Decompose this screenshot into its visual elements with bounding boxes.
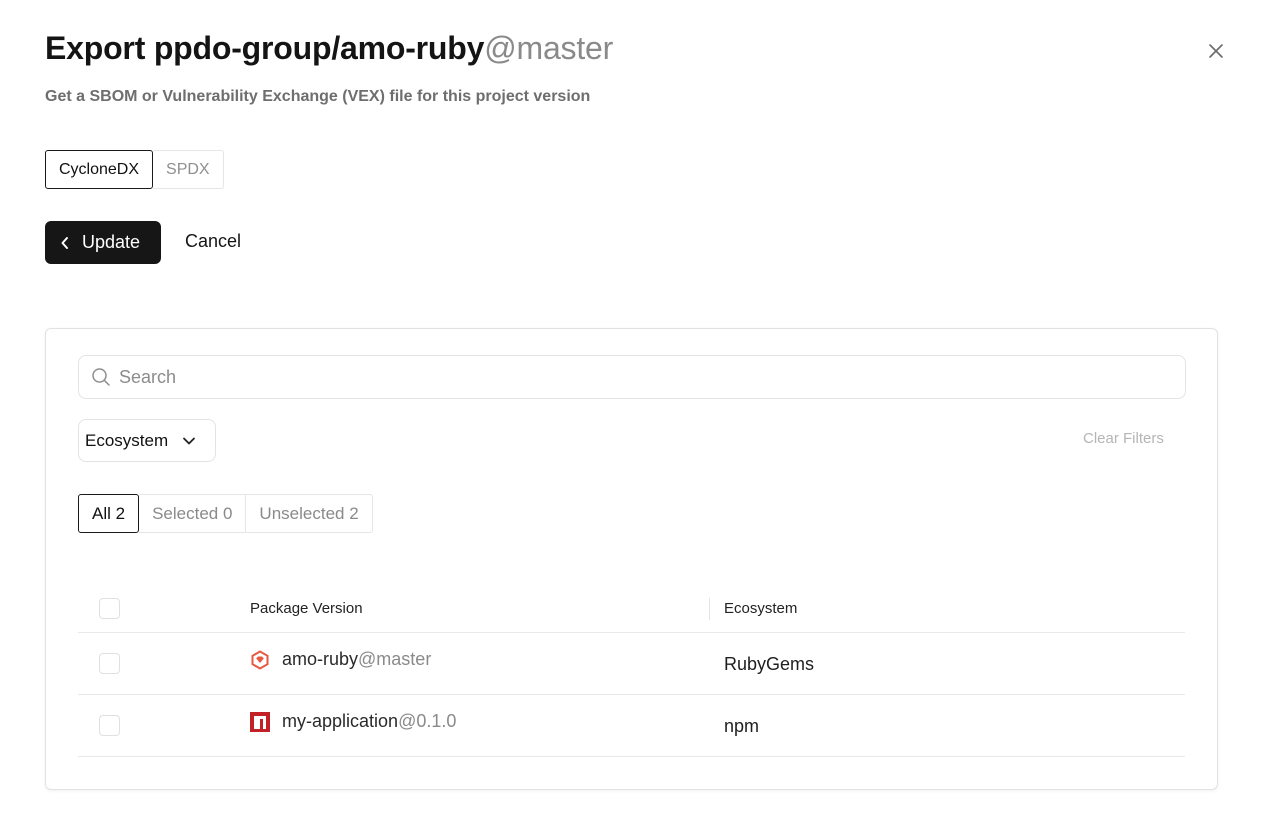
format-spdx-button[interactable]: SPDX: [153, 150, 224, 189]
title-project: Export ppdo-group/amo-ruby: [45, 30, 485, 66]
ecosystem-filter-dropdown[interactable]: Ecosystem: [78, 419, 216, 462]
close-icon: [1209, 44, 1223, 58]
close-button[interactable]: [1200, 35, 1232, 67]
package-cell: amo-ruby @master: [250, 649, 431, 670]
packages-table: Package Version Ecosystem amo-ruby @maste…: [78, 585, 1185, 757]
tab-all[interactable]: All 2: [78, 494, 140, 533]
selection-tabs: All 2 Selected 0 Unselected 2: [78, 494, 373, 533]
search-input[interactable]: [119, 366, 1119, 388]
package-selection-panel: Ecosystem Clear Filters All 2 Selected 0…: [45, 328, 1218, 790]
column-header-ecosystem: Ecosystem: [724, 600, 798, 617]
title-branch: @master: [484, 30, 614, 66]
column-header-package-version: Package Version: [250, 600, 363, 617]
npm-icon: [250, 711, 270, 732]
table-row[interactable]: my-application @0.1.0 npm: [78, 695, 1185, 757]
tab-unselected[interactable]: Unselected 2: [246, 494, 373, 533]
rubygems-icon: [250, 649, 270, 670]
table-row[interactable]: amo-ruby @master RubyGems: [78, 633, 1185, 695]
package-name: amo-ruby: [282, 649, 359, 669]
package-version: @master: [358, 649, 432, 669]
package-cell: my-application @0.1.0: [250, 711, 456, 732]
search-box[interactable]: [78, 355, 1186, 399]
chevron-down-icon: [182, 436, 196, 446]
clear-filters-button[interactable]: Clear Filters: [1083, 430, 1164, 447]
page-title: Export ppdo-group/amo-ruby@master: [45, 30, 613, 67]
search-icon: [91, 367, 111, 387]
format-toggle: CycloneDX SPDX: [45, 150, 224, 189]
column-divider: [709, 598, 710, 620]
package-name: my-application: [282, 711, 399, 731]
row-checkbox[interactable]: [99, 653, 120, 674]
update-button-label: Update: [82, 232, 141, 252]
table-header: Package Version Ecosystem: [78, 585, 1185, 633]
chevron-left-icon: [60, 236, 70, 250]
cancel-button[interactable]: Cancel: [185, 231, 241, 252]
package-version: @0.1.0: [398, 711, 457, 731]
tab-selected[interactable]: Selected 0: [139, 494, 247, 533]
format-cyclonedx-button[interactable]: CycloneDX: [45, 150, 154, 189]
ecosystem-cell: npm: [724, 716, 760, 736]
ecosystem-cell: RubyGems: [724, 654, 815, 674]
page-subtitle: Get a SBOM or Vulnerability Exchange (VE…: [45, 88, 591, 105]
row-checkbox[interactable]: [99, 715, 120, 736]
ecosystem-filter-label: Ecosystem: [85, 430, 169, 450]
update-button[interactable]: Update: [45, 221, 161, 264]
select-all-checkbox[interactable]: [99, 598, 120, 619]
